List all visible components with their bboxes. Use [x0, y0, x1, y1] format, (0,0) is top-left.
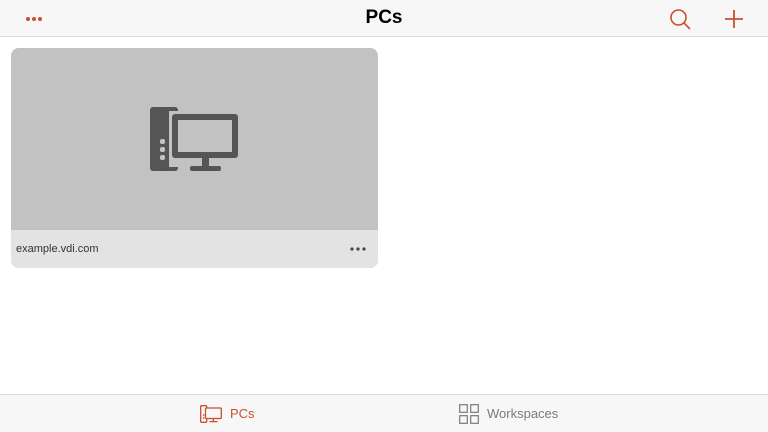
page-title: PCs — [365, 7, 403, 28]
pc-tab-icon — [200, 404, 222, 423]
pc-thumbnail — [11, 48, 378, 230]
pcs-list: example.vdi.com — [0, 37, 768, 394]
plus-icon — [725, 9, 743, 28]
app-window: PCs example.vdi.com PCs Workspaces — [0, 0, 768, 432]
desktop-computer-icon — [150, 107, 240, 171]
pc-options-button[interactable] — [346, 230, 370, 268]
pc-card-footer: example.vdi.com — [11, 230, 378, 268]
add-pc-button[interactable] — [718, 0, 750, 37]
tab-workspaces[interactable]: Workspaces — [459, 395, 558, 432]
pc-card[interactable]: example.vdi.com — [11, 48, 378, 268]
search-icon — [670, 8, 691, 29]
pc-name: example.vdi.com — [16, 243, 99, 255]
navigation-bar: PCs — [0, 0, 768, 37]
tab-pcs-label: PCs — [230, 406, 255, 421]
tab-workspaces-label: Workspaces — [487, 406, 559, 421]
more-horizontal-icon — [350, 247, 366, 251]
tab-bar: PCs Workspaces — [0, 394, 768, 432]
search-button[interactable] — [664, 0, 696, 37]
tab-pcs[interactable]: PCs — [200, 395, 255, 432]
workspaces-grid-icon — [459, 403, 479, 424]
